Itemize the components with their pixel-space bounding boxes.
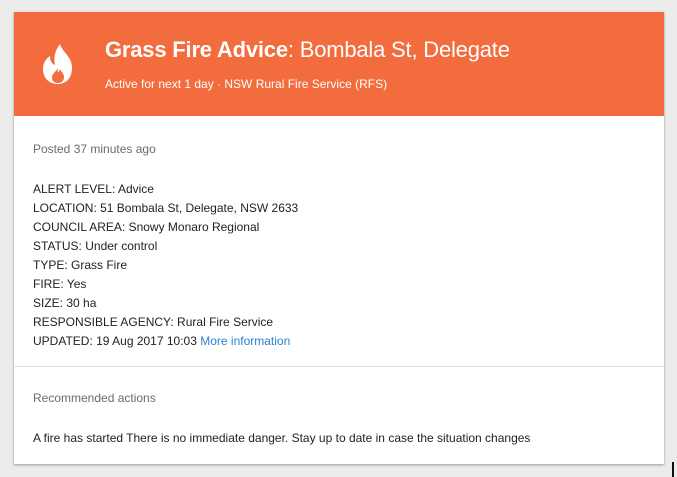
text-cursor-icon <box>672 462 674 477</box>
alert-title-type: Grass Fire Advice <box>105 37 288 62</box>
alert-subtitle: Active for next 1 day · NSW Rural Fire S… <box>105 77 388 91</box>
alert-header: Grass Fire Advice: Bombala St, Delegate … <box>14 12 664 116</box>
alert-details-list: ALERT LEVEL: Advice LOCATION: 51 Bombala… <box>33 180 298 351</box>
detail-council-area: COUNCIL AREA: Snowy Monaro Regional <box>33 220 260 234</box>
detail-fire: FIRE: Yes <box>33 277 87 291</box>
detail-agency: RESPONSIBLE AGENCY: Rural Fire Service <box>33 315 274 329</box>
detail-location: LOCATION: 51 Bombala St, Delegate, NSW 2… <box>33 201 299 215</box>
detail-status: STATUS: Under control <box>33 239 158 253</box>
detail-type: TYPE: Grass Fire <box>33 258 128 272</box>
detail-alert-level: ALERT LEVEL: Advice <box>33 182 154 196</box>
alert-details-section: Posted 37 minutes ago ALERT LEVEL: Advic… <box>14 116 664 367</box>
recommended-actions-title: Recommended actions <box>33 391 156 405</box>
recommended-actions-text: A fire has started There is no immediate… <box>33 431 531 445</box>
detail-updated: UPDATED: 19 Aug 2017 10:03 More informat… <box>33 332 298 351</box>
alert-title-location: : Bombala St, Delegate <box>287 37 510 62</box>
posted-time: Posted 37 minutes ago <box>33 142 156 156</box>
more-information-link[interactable]: More information <box>200 334 290 348</box>
alert-title: Grass Fire Advice: Bombala St, Delegate <box>105 36 510 64</box>
recommended-actions-section: Recommended actions A fire has started T… <box>14 367 664 464</box>
updated-text: UPDATED: 19 Aug 2017 10:03 <box>33 334 197 348</box>
alert-card: Grass Fire Advice: Bombala St, Delegate … <box>14 12 664 464</box>
detail-size: SIZE: 30 ha <box>33 296 97 310</box>
fire-icon <box>43 44 72 84</box>
